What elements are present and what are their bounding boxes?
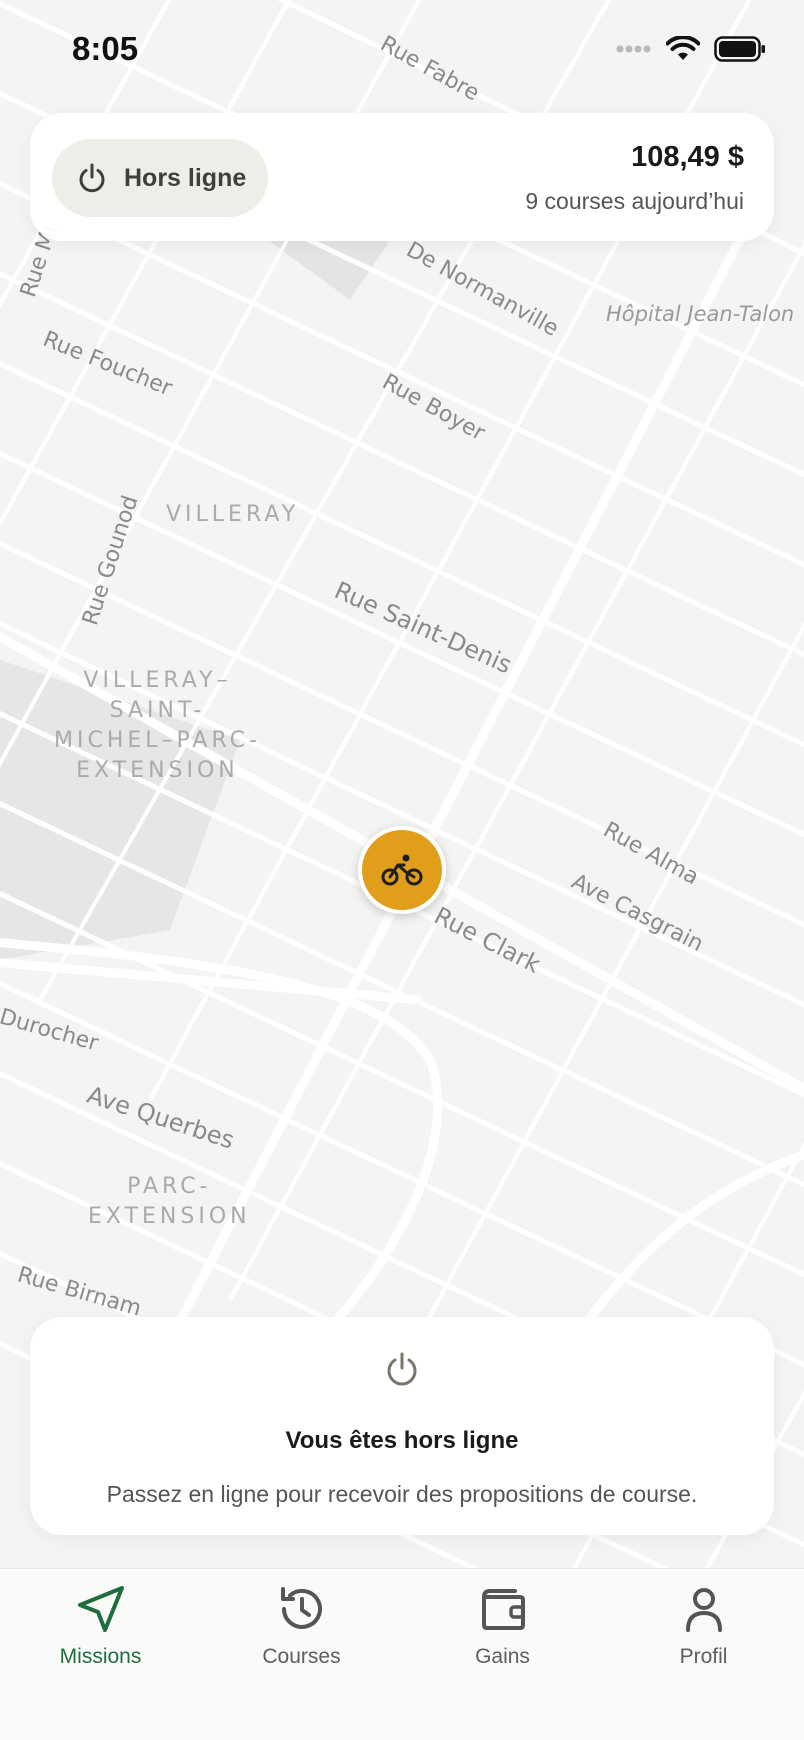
status-time: 8:05 xyxy=(72,30,139,67)
user-icon xyxy=(685,1588,722,1632)
history-icon xyxy=(280,1587,322,1629)
status-icons xyxy=(616,36,766,62)
tab-label: Courses xyxy=(262,1645,341,1668)
offline-notice-card: Vous êtes hors ligne Passez en ligne pou… xyxy=(30,1317,774,1535)
rides-today-count: 9 courses aujourd’hui xyxy=(525,188,744,214)
earnings-summary: 108,49 $ 9 courses aujourd’hui xyxy=(525,141,744,215)
neighbourhood-label: VILLERAY– SAINT- MICHEL–PARC- EXTENSION xyxy=(54,668,261,783)
status-bar: 8:05 xyxy=(0,0,804,100)
tab-missions[interactable]: Missions xyxy=(0,1581,201,1681)
neighbourhood-label: VILLERAY xyxy=(166,502,300,527)
tab-courses[interactable]: Courses xyxy=(201,1581,402,1681)
bottom-tab-bar: Missions Courses Gains Profil xyxy=(0,1568,804,1740)
battery-icon xyxy=(714,36,765,62)
navigation-arrow-icon xyxy=(77,1586,124,1632)
earnings-amount: 108,49 $ xyxy=(631,141,744,173)
tab-profil[interactable]: Profil xyxy=(603,1581,804,1681)
neighbourhood-label: PARC- EXTENSION xyxy=(88,1174,251,1229)
offline-title: Vous êtes hors ligne xyxy=(285,1427,519,1454)
poi-label: Hôpital Jean-Talon xyxy=(606,302,795,326)
status-card: Hors ligne 108,49 $ 9 courses aujourd’hu… xyxy=(30,113,774,241)
tab-gains[interactable]: Gains xyxy=(402,1581,603,1681)
power-icon xyxy=(387,1352,417,1386)
signal-dots-icon xyxy=(616,45,651,53)
courier-location-marker[interactable] xyxy=(358,826,446,914)
wallet-icon xyxy=(481,1589,525,1630)
wifi-icon xyxy=(666,36,700,60)
power-icon xyxy=(79,163,105,193)
bicycle-icon xyxy=(381,854,423,886)
tab-label: Profil xyxy=(679,1645,728,1668)
tab-label: Gains xyxy=(475,1645,530,1668)
online-toggle-button[interactable]: Hors ligne xyxy=(52,139,268,217)
offline-message: Passez en ligne pour recevoir des propos… xyxy=(106,1481,698,1507)
tab-label: Missions xyxy=(59,1645,142,1668)
online-status-label: Hors ligne xyxy=(124,163,247,192)
